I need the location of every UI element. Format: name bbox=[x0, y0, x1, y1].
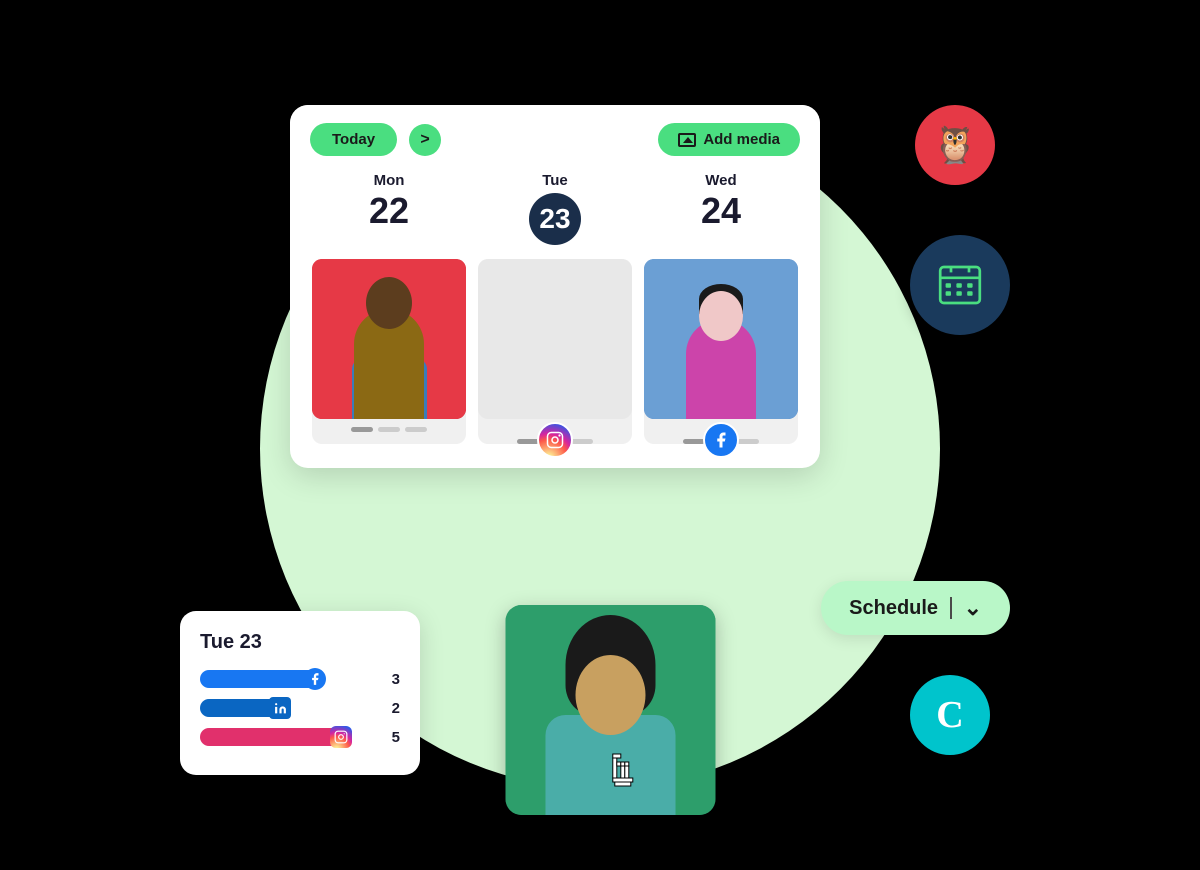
day-name-mon: Mon bbox=[374, 172, 405, 189]
linkedin-bar-container bbox=[200, 699, 374, 717]
facebook-count: 3 bbox=[382, 671, 400, 688]
linkedin-icon-bar bbox=[269, 697, 291, 719]
facebook-bar-container bbox=[200, 670, 374, 688]
dot bbox=[517, 439, 539, 444]
add-media-button[interactable]: Add media bbox=[658, 123, 800, 156]
head-blue bbox=[699, 291, 743, 341]
day-number-24: 24 bbox=[701, 193, 741, 229]
linkedin-bar bbox=[200, 699, 287, 717]
calendar-card: Today > Add media Mon 22 Tue 23 Wed bbox=[290, 105, 820, 468]
day-monday: Mon 22 bbox=[306, 172, 472, 255]
instagram-bar bbox=[200, 728, 348, 746]
canva-logo: C bbox=[910, 675, 990, 755]
owl-icon: 🦉 bbox=[933, 124, 978, 166]
calendar-day-headers: Mon 22 Tue 23 Wed 24 bbox=[290, 172, 820, 255]
photo-cell-tue bbox=[478, 259, 632, 444]
canva-letter: C bbox=[936, 693, 963, 737]
cursor-icon bbox=[609, 750, 653, 805]
instagram-badge bbox=[537, 422, 573, 458]
photo-art-blue bbox=[644, 259, 798, 419]
day-name-wed: Wed bbox=[705, 172, 736, 189]
dot bbox=[683, 439, 705, 444]
photo-cell-wed bbox=[644, 259, 798, 444]
stats-row-linkedin: 2 bbox=[200, 699, 400, 717]
add-media-label: Add media bbox=[703, 131, 780, 148]
photo-mon bbox=[312, 259, 466, 419]
next-button[interactable]: > bbox=[409, 124, 441, 156]
today-button[interactable]: Today bbox=[310, 123, 397, 156]
day-name-tue: Tue bbox=[542, 172, 568, 189]
photo-tue-empty bbox=[478, 259, 632, 419]
dot bbox=[737, 439, 759, 444]
schedule-label: Schedule bbox=[849, 597, 938, 620]
dot bbox=[405, 427, 427, 432]
image-icon bbox=[678, 133, 696, 147]
hootsuite-logo: 🦉 bbox=[915, 105, 995, 185]
stats-card: Tue 23 3 bbox=[180, 611, 420, 775]
scene: Today > Add media Mon 22 Tue 23 Wed bbox=[150, 35, 1050, 835]
photo-wed bbox=[644, 259, 798, 419]
calendar-photo-row bbox=[290, 255, 820, 448]
instagram-icon-bar bbox=[330, 726, 352, 748]
stats-row-instagram: 5 bbox=[200, 728, 400, 746]
photo-dots-mon bbox=[312, 427, 466, 432]
schedule-divider bbox=[950, 597, 952, 619]
instagram-count: 5 bbox=[382, 729, 400, 746]
head-red bbox=[366, 277, 412, 329]
dot bbox=[378, 427, 400, 432]
facebook-bar bbox=[200, 670, 322, 688]
chevron-down-icon: ⌄ bbox=[964, 595, 982, 621]
facebook-badge bbox=[703, 422, 739, 458]
facebook-icon-bar bbox=[304, 668, 326, 690]
head-green bbox=[576, 655, 646, 735]
linkedin-count: 2 bbox=[382, 700, 400, 717]
day-number-22: 22 bbox=[369, 193, 409, 229]
dot bbox=[571, 439, 593, 444]
day-number-23: 23 bbox=[529, 193, 581, 245]
calendar-feature-circle bbox=[910, 235, 1010, 335]
schedule-button[interactable]: Schedule ⌄ bbox=[821, 581, 1010, 635]
calendar-toolbar: Today > Add media bbox=[290, 105, 820, 172]
photo-cell-mon bbox=[312, 259, 466, 444]
dot bbox=[351, 427, 373, 432]
stats-row-facebook: 3 bbox=[200, 670, 400, 688]
day-wednesday: Wed 24 bbox=[638, 172, 804, 255]
stats-title: Tue 23 bbox=[200, 631, 400, 654]
calendar-grid-icon bbox=[933, 258, 987, 312]
photo-art-red bbox=[312, 259, 466, 419]
instagram-bar-container bbox=[200, 728, 374, 746]
day-tuesday: Tue 23 bbox=[472, 172, 638, 255]
